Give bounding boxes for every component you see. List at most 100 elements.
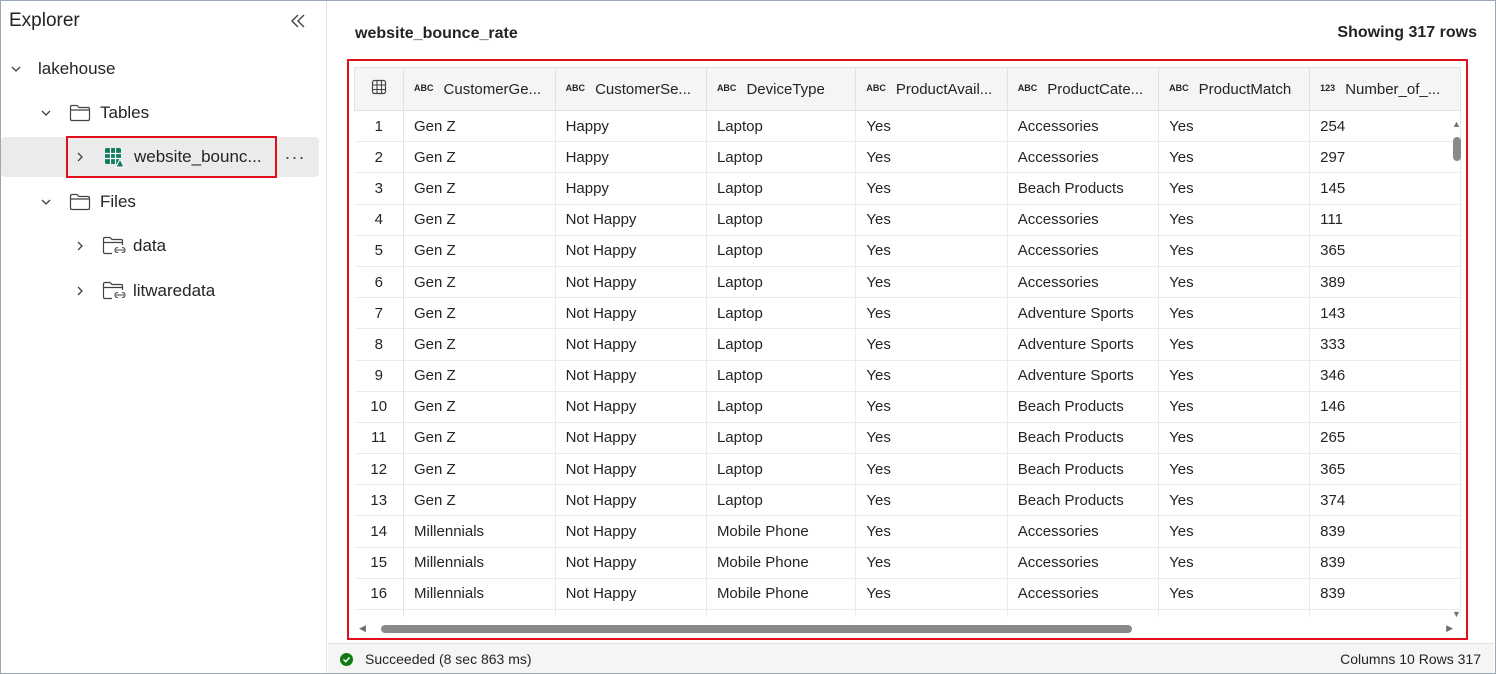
table-cell[interactable]: 145	[1309, 172, 1461, 205]
table-cell[interactable]: Adventure Sports	[1007, 328, 1160, 361]
table-cell[interactable]: Accessories	[1007, 515, 1160, 548]
table-cell[interactable]: Yes	[855, 141, 1008, 174]
table-cell[interactable]: Laptop	[706, 328, 857, 361]
table-cell[interactable]: Beach Products	[1007, 391, 1160, 423]
table-cell[interactable]: Gen Z	[403, 141, 556, 174]
table-row[interactable]: 1 Gen Z Happy Laptop Yes Accessories Yes 254	[354, 110, 1461, 143]
table-cell[interactable]: Yes	[1158, 422, 1311, 455]
collapse-pane-button[interactable]	[287, 9, 311, 33]
table-cell[interactable]: Not Happy	[555, 360, 707, 392]
table-cell[interactable]: Not Happy	[555, 328, 707, 361]
table-cell[interactable]: Yes	[1158, 204, 1311, 236]
table-cell[interactable]: Accessories	[1007, 204, 1160, 236]
table-cell[interactable]: Yes	[855, 110, 1008, 143]
table-cell[interactable]: Yes	[855, 204, 1008, 236]
column-header[interactable]: ABC ProductMatch	[1158, 67, 1311, 111]
table-cell[interactable]: Laptop	[706, 484, 857, 517]
select-all-grid-icon[interactable]	[354, 67, 405, 111]
table-cell[interactable]: Not Happy	[555, 547, 707, 579]
table-cell[interactable]: Laptop	[706, 266, 857, 299]
table-cell[interactable]: Yes	[855, 266, 1008, 299]
table-cell[interactable]: Gen Z	[403, 360, 556, 392]
table-cell[interactable]: Laptop	[706, 204, 857, 236]
table-row[interactable]: 13 Gen Z Not Happy Laptop Yes Beach Products Y…	[354, 484, 1461, 517]
table-cell[interactable]: Gen Z	[403, 422, 556, 455]
table-row[interactable]: 11 Gen Z Not Happy Laptop Yes Beach Products Y…	[354, 422, 1461, 455]
scroll-up-icon[interactable]: ▲	[1452, 119, 1461, 129]
horizontal-scrollbar[interactable]: ◀ ▶	[357, 622, 1455, 636]
table-row[interactable]: 12 Gen Z Not Happy Laptop Yes Beach Products Y…	[354, 453, 1461, 486]
table-cell[interactable]: 389	[1309, 266, 1461, 299]
tree-item-tables[interactable]: Tables	[1, 93, 327, 133]
table-cell[interactable]: Yes	[1158, 360, 1311, 392]
column-header[interactable]: ABC CustomerGe...	[403, 67, 556, 111]
table-cell[interactable]: Accessories	[1007, 141, 1160, 174]
table-cell[interactable]: 143	[1309, 297, 1461, 330]
table-cell[interactable]: Gen Z	[403, 204, 556, 236]
column-header[interactable]: 123 Number_of_...	[1309, 67, 1461, 111]
table-cell[interactable]: Not Happy	[555, 609, 707, 617]
table-row[interactable]: 10 Gen Z Not Happy Laptop Yes Beach Products Y…	[354, 391, 1461, 423]
table-cell[interactable]: Gen Z	[403, 453, 556, 486]
scroll-down-icon[interactable]: ▼	[1452, 609, 1461, 619]
table-cell[interactable]: 265	[1309, 422, 1461, 455]
table-row[interactable]: 7 Gen Z Not Happy Laptop Yes Adventure Sports…	[354, 297, 1461, 330]
table-cell[interactable]: 365	[1309, 453, 1461, 486]
table-cell[interactable]: Yes	[855, 172, 1008, 205]
table-cell[interactable]: Millennials	[403, 515, 556, 548]
table-cell[interactable]: Yes	[1158, 328, 1311, 361]
table-row[interactable]: 5 Gen Z Not Happy Laptop Yes Accessories Yes 36…	[354, 235, 1461, 267]
table-cell[interactable]: Millennials	[403, 578, 556, 611]
table-cell[interactable]: Happy	[555, 172, 707, 205]
tree-item-files[interactable]: Files	[1, 182, 327, 222]
table-cell[interactable]: 146	[1309, 391, 1461, 423]
table-cell[interactable]: 374	[1309, 484, 1461, 517]
tree-item-lakehouse[interactable]: lakehouse	[1, 49, 327, 89]
table-cell[interactable]: Not Happy	[555, 266, 707, 299]
table-cell[interactable]: 111	[1309, 204, 1461, 236]
table-cell[interactable]: Yes	[1158, 578, 1311, 611]
table-cell[interactable]: Yes	[1158, 609, 1311, 617]
column-header[interactable]: ABC ProductAvail...	[855, 67, 1008, 111]
table-cell[interactable]: Gen Z	[403, 484, 556, 517]
table-cell[interactable]: Laptop	[706, 360, 857, 392]
table-cell[interactable]: Yes	[855, 235, 1008, 267]
table-row[interactable]: 3 Gen Z Happy Laptop Yes Beach Products Yes 145	[354, 172, 1461, 205]
table-cell[interactable]: Yes	[855, 609, 1008, 617]
table-cell[interactable]: Yes	[855, 453, 1008, 486]
table-cell[interactable]: Accessories	[1007, 110, 1160, 143]
table-cell[interactable]: Accessories	[1007, 578, 1160, 611]
table-cell[interactable]: Accessories	[1007, 266, 1160, 299]
table-cell[interactable]: Laptop	[706, 172, 857, 205]
scroll-left-icon[interactable]: ◀	[359, 623, 366, 634]
scroll-right-icon[interactable]: ▶	[1446, 623, 1453, 634]
table-cell[interactable]: Beach Products	[1007, 422, 1160, 455]
table-row[interactable]: 15 Millennials Not Happy Mobile Phone Yes Acc…	[354, 547, 1461, 579]
table-cell[interactable]: Yes	[855, 328, 1008, 361]
tree-item-data[interactable]: data	[1, 226, 327, 266]
table-cell[interactable]: Yes	[1158, 391, 1311, 423]
table-cell[interactable]: Mobile Phone	[706, 515, 857, 548]
table-cell[interactable]: Gen Z	[403, 328, 556, 361]
table-cell[interactable]: Millennials	[403, 547, 556, 579]
table-cell[interactable]: Not Happy	[555, 453, 707, 486]
table-row[interactable]: 9 Gen Z Not Happy Laptop Yes Adventure Sports…	[354, 360, 1461, 392]
table-cell[interactable]: Yes	[855, 578, 1008, 611]
table-row[interactable]: 16 Millennials Not Happy Mobile Phone Yes Acc…	[354, 578, 1461, 611]
tree-item-website-bounce-rate[interactable]: website_bounc...	[1, 137, 319, 177]
table-cell[interactable]: Yes	[1158, 141, 1311, 174]
column-header[interactable]: ABC DeviceType	[705, 67, 857, 111]
table-cell[interactable]: Not Happy	[555, 578, 707, 611]
table-cell[interactable]: 839	[1309, 547, 1461, 579]
table-row[interactable]: 17MillennialsNot HappyMobile PhoneYesAdv…	[354, 609, 1461, 617]
table-cell[interactable]: Gen Z	[403, 235, 556, 267]
table-cell[interactable]: Mobile Phone	[706, 609, 857, 617]
table-cell[interactable]: Accessories	[1007, 547, 1160, 579]
table-cell[interactable]: Yes	[855, 391, 1008, 423]
table-cell[interactable]: Not Happy	[555, 204, 707, 236]
table-cell[interactable]: 346	[1309, 360, 1461, 392]
table-cell[interactable]: Beach Products	[1007, 172, 1160, 205]
table-cell[interactable]: Gen Z	[403, 266, 556, 299]
table-cell[interactable]: Mobile Phone	[706, 547, 857, 579]
table-cell[interactable]: Yes	[855, 547, 1008, 579]
